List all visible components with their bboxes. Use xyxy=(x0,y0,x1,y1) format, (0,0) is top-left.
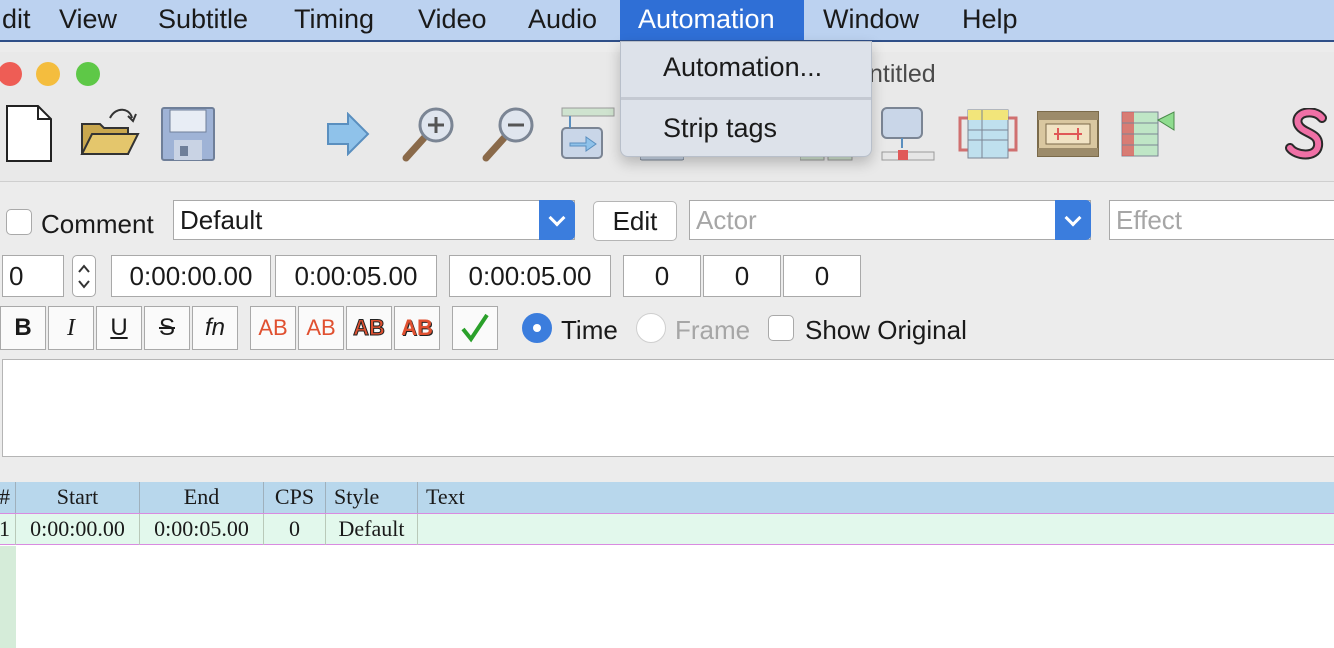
frame-radio[interactable] xyxy=(636,313,666,343)
automation-dropdown-menu: Automation... Strip tags xyxy=(620,41,872,157)
menu-item-strip-tags[interactable]: Strip tags xyxy=(663,113,777,144)
show-original-checkbox[interactable] xyxy=(768,315,794,341)
layer-stepper[interactable] xyxy=(72,255,96,297)
row-start: 0:00:00.00 xyxy=(16,514,140,545)
italic-button[interactable]: I xyxy=(48,306,94,350)
chevron-down-icon xyxy=(539,200,575,240)
menu-window[interactable]: Window xyxy=(805,0,937,40)
grid-header: # Start End CPS Style Text xyxy=(0,482,1334,514)
minimize-window-button[interactable] xyxy=(36,62,60,86)
margin-vertical-field[interactable]: 0 xyxy=(783,255,861,297)
jump-arrow-icon[interactable] xyxy=(326,112,370,156)
header-style[interactable]: Style xyxy=(326,482,418,513)
style-select[interactable]: Default xyxy=(173,200,575,240)
style-select-value: Default xyxy=(180,205,263,235)
menu-automation[interactable]: Automation xyxy=(620,0,804,40)
outline-color-button[interactable]: AB xyxy=(346,306,392,350)
row-number: 1 xyxy=(0,514,16,545)
frame-radio-label: Frame xyxy=(675,315,751,345)
row-end: 0:00:05.00 xyxy=(140,514,264,545)
time-radio-label: Time xyxy=(561,315,618,345)
menu-subtitle[interactable]: Subtitle xyxy=(140,0,266,40)
subtitle-script-icon[interactable] xyxy=(1118,108,1178,160)
menu-video[interactable]: Video xyxy=(400,0,505,40)
window-title: ntitled xyxy=(869,60,936,88)
header-cps[interactable]: CPS xyxy=(264,482,326,513)
layer-field[interactable]: 0 xyxy=(2,255,64,297)
row-gutter xyxy=(0,546,16,648)
row-style: Default xyxy=(326,514,418,545)
subtitle-grid: # Start End CPS Style Text 1 0:00:00.00 … xyxy=(0,482,1334,648)
effect-input[interactable]: Effect xyxy=(1109,200,1334,240)
actor-select[interactable]: Actor xyxy=(689,200,1091,240)
actor-placeholder: Actor xyxy=(696,205,757,235)
header-start[interactable]: Start xyxy=(16,482,140,513)
margin-left-field[interactable]: 0 xyxy=(623,255,701,297)
row-text xyxy=(418,514,1334,545)
header-text[interactable]: Text xyxy=(418,482,1334,513)
karaoke-icon[interactable] xyxy=(958,108,1018,160)
menu-audio[interactable]: Audio xyxy=(510,0,615,40)
comment-label: Comment xyxy=(41,209,154,239)
secondary-color-button[interactable]: AB xyxy=(298,306,344,350)
subtitle-text-editor[interactable] xyxy=(2,359,1334,457)
new-file-icon[interactable] xyxy=(4,104,54,164)
bold-button[interactable]: B xyxy=(0,306,46,350)
effect-placeholder: Effect xyxy=(1116,205,1183,235)
film-timing-icon[interactable] xyxy=(1036,110,1100,158)
menu-help[interactable]: Help xyxy=(944,0,1036,40)
snap-icon[interactable] xyxy=(560,106,616,162)
row-cps: 0 xyxy=(264,514,326,545)
start-time-field[interactable]: 0:00:00.00 xyxy=(111,255,271,297)
margin-right-field[interactable]: 0 xyxy=(703,255,781,297)
header-number[interactable]: # xyxy=(0,482,16,513)
show-original-label: Show Original xyxy=(805,315,967,345)
menu-bar: dit View Subtitle Timing Video Audio Aut… xyxy=(0,0,1334,42)
menu-separator xyxy=(621,97,871,100)
open-folder-icon[interactable] xyxy=(80,106,140,160)
primary-color-button[interactable]: AB xyxy=(250,306,296,350)
shadow-color-button[interactable]: AB xyxy=(394,306,440,350)
checkmark-icon xyxy=(461,313,489,343)
zoom-window-button[interactable] xyxy=(76,62,100,86)
edit-style-button[interactable]: Edit xyxy=(593,201,677,241)
zoom-in-icon[interactable] xyxy=(400,106,460,162)
save-disk-icon[interactable] xyxy=(160,106,216,162)
attachments-icon[interactable] xyxy=(880,106,936,162)
time-radio[interactable] xyxy=(522,313,552,343)
strikeout-button[interactable]: S xyxy=(144,306,190,350)
menu-item-automation[interactable]: Automation... xyxy=(663,52,822,83)
chevron-down-icon xyxy=(1055,200,1091,240)
zoom-out-icon[interactable] xyxy=(480,106,540,162)
stepper-arrows-icon xyxy=(78,264,90,289)
comment-checkbox[interactable] xyxy=(6,209,32,235)
app-logo-icon[interactable] xyxy=(1284,108,1334,160)
menu-timing[interactable]: Timing xyxy=(276,0,392,40)
menu-view[interactable]: View xyxy=(41,0,135,40)
font-button[interactable]: fn xyxy=(192,306,238,350)
end-time-field[interactable]: 0:00:05.00 xyxy=(275,255,437,297)
underline-button[interactable]: U xyxy=(96,306,142,350)
duration-field[interactable]: 0:00:05.00 xyxy=(449,255,611,297)
header-end[interactable]: End xyxy=(140,482,264,513)
commit-button[interactable] xyxy=(452,306,498,350)
table-row[interactable]: 1 0:00:00.00 0:00:05.00 0 Default xyxy=(0,514,1334,545)
